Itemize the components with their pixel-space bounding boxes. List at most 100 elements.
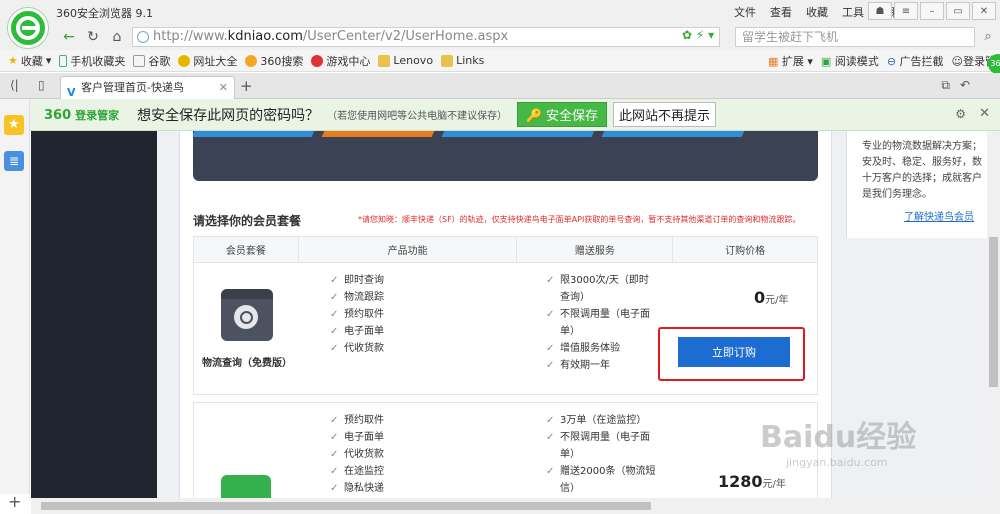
close-icon[interactable]: ✕: [979, 106, 990, 121]
bookmark-hao[interactable]: 网址大全: [178, 53, 237, 69]
secure-save-label: 安全保存: [545, 108, 598, 123]
learn-member-link[interactable]: 了解快递鸟会员: [904, 208, 974, 223]
menu-file[interactable]: 文件: [734, 4, 756, 20]
watermark-text: Baidu经验: [760, 420, 917, 455]
reader-icon: ▣: [820, 55, 832, 68]
game-icon: [311, 54, 324, 67]
back-icon[interactable]: ←: [58, 27, 80, 47]
url-prefix: http://www.: [153, 29, 228, 44]
col-price: 订购价格: [672, 236, 818, 263]
tab-title: 客户管理首页-快递鸟: [81, 81, 184, 94]
home-icon[interactable]: ⌂: [106, 27, 128, 47]
bookmark-label: Links: [456, 54, 485, 67]
adblock-button[interactable]: ⊖ 广告拦截: [887, 53, 944, 69]
tab-bar: ⟨| ▯ V 客户管理首页-快递鸟 ✕ + ⧉ ↶: [0, 73, 1000, 99]
globe-icon: [137, 31, 149, 43]
key-icon: 🔑: [526, 108, 543, 123]
price: 1280元/年: [718, 472, 786, 491]
brand-sub: 登录管家: [75, 108, 120, 122]
bookmark-favorites[interactable]: ★ 收藏 ▾: [8, 53, 51, 69]
close-tab-icon[interactable]: ✕: [219, 77, 228, 99]
reading-list-icon[interactable]: ≣: [4, 151, 24, 171]
bookmark-label: 游戏中心: [326, 54, 371, 68]
gear-icon[interactable]: ⚙: [955, 107, 966, 121]
member-info-panel: 专业的物流数据解决方案；安及时、稳定、服务好，数十万客户的选择；成就客户是我们务…: [846, 131, 987, 238]
url-path: /UserCenter/v2/UserHome.aspx: [302, 29, 509, 44]
list-item: 不限调用量（电子面单）: [546, 429, 656, 463]
vertical-scrollbar[interactable]: [987, 131, 1000, 498]
reader-label: 阅读模式: [834, 55, 879, 68]
list-item: 即时查询: [330, 272, 490, 289]
search360-icon: [245, 54, 258, 67]
price-value: 0: [754, 288, 766, 307]
refresh-icon[interactable]: ↻: [82, 27, 104, 47]
list-item: 预约取件: [330, 306, 490, 323]
settings-menu-icon[interactable]: ≡: [894, 2, 918, 20]
search-box-icon: [221, 289, 273, 341]
table-row: 物流查询（免费版） 即时查询 物流跟踪 预约取件 电子面单 代收货款 限3000…: [193, 262, 818, 395]
bookmark-label: 谷歌: [148, 54, 171, 68]
search-icon[interactable]: ⌕: [978, 27, 998, 47]
window-controls: ☗ ≡ – ▭ ✕: [868, 2, 996, 20]
phone-icon: [59, 54, 68, 67]
list-item: 3万单（在途监控）: [546, 412, 656, 429]
adblock-icon: ⊖: [886, 55, 897, 68]
restore-tabs-icon[interactable]: ⧉: [941, 78, 950, 93]
horizontal-scrollbar[interactable]: [31, 498, 1000, 514]
list-item: 代收货款: [330, 340, 490, 357]
bookmark-google[interactable]: 谷歌: [133, 53, 170, 69]
menu-favorites[interactable]: 收藏: [806, 4, 828, 20]
section-note: *请您知晓：顺丰快递（SF）的轨迹，仅支持快递鸟电子面单API获取的单号查询，暂…: [358, 215, 801, 224]
member-info-text: 专业的物流数据解决方案；安及时、稳定、服务好，数十万客户的选择；成就客户是我们务…: [862, 141, 982, 200]
favorites-star-icon[interactable]: ★: [4, 115, 24, 135]
secure-save-button[interactable]: 🔑 安全保存: [517, 102, 607, 127]
maximize-icon[interactable]: ▭: [946, 2, 970, 20]
list-item: 增值服务体验: [546, 340, 656, 357]
watermark-sub: jingyan.baidu.com: [786, 456, 888, 469]
save-password-question: 想安全保存此网页的密码吗？: [137, 107, 320, 124]
bookmark-360search[interactable]: 360搜索: [245, 53, 303, 69]
site-left-nav: [31, 131, 157, 498]
feature-list: 即时查询 物流跟踪 预约取件 电子面单 代收货款: [330, 272, 490, 357]
reader-mode-button[interactable]: ▣ 阅读模式: [821, 53, 879, 69]
bookmark-label: 网址大全: [193, 54, 238, 68]
extensions-button[interactable]: ▦ 扩展 ▾: [768, 53, 813, 69]
section-title: 请选择你的会员套餐: [193, 214, 302, 228]
url-domain: kdniao.com: [227, 29, 303, 44]
scrollbar-thumb[interactable]: [41, 502, 651, 510]
adblock-label: 广告拦截: [899, 55, 944, 68]
list-item: 在途监控: [330, 463, 490, 480]
security-icons[interactable]: ✿ ⚡ ▾: [682, 28, 714, 42]
tab-active[interactable]: V 客户管理首页-快递鸟 ✕: [60, 76, 235, 99]
list-item: 预约取件: [330, 412, 490, 429]
sidebar-toggle-icon[interactable]: ⟨|: [10, 78, 19, 92]
price-unit: 元/年: [765, 295, 789, 306]
list-item: 不限调用量（电子面单）: [546, 306, 656, 340]
browser-logo-icon[interactable]: [8, 8, 48, 48]
list-item: 赠送2000条（物流短信）: [546, 463, 656, 497]
minimize-icon[interactable]: –: [920, 2, 944, 20]
undo-close-icon[interactable]: ↶: [960, 78, 970, 93]
login-manager-brand: 360 登录管家: [44, 107, 119, 123]
menu-tools[interactable]: 工具: [842, 4, 864, 20]
price: 0元/年: [754, 288, 789, 307]
tab-list-icon[interactable]: ▯: [38, 78, 45, 92]
url-input[interactable]: http://www.kdniao.com/UserCenter/v2/User…: [132, 27, 720, 47]
bookmark-mobile[interactable]: 手机收藏夹: [59, 53, 125, 69]
close-window-icon[interactable]: ✕: [972, 2, 996, 20]
add-sidebar-icon[interactable]: +: [8, 492, 21, 511]
menu-view[interactable]: 查看: [770, 4, 792, 20]
bookmark-games[interactable]: 游戏中心: [311, 53, 370, 69]
bookmark-lenovo[interactable]: Lenovo: [378, 54, 433, 67]
page-icon: [133, 54, 146, 67]
folder-icon: [441, 54, 454, 67]
baidu-watermark: Baidu经验 jingyan.baidu.com: [760, 412, 916, 469]
bookmarks-right-tools: ▦ 扩展 ▾ ▣ 阅读模式 ⊖ 广告拦截 ☺登录管: [768, 50, 1000, 72]
chevron-down-icon: ▾: [45, 54, 52, 67]
never-remind-button[interactable]: 此网站不再提示: [612, 102, 716, 127]
skin-icon[interactable]: ☗: [868, 2, 892, 20]
new-tab-icon[interactable]: +: [240, 77, 253, 95]
bookmark-links[interactable]: Links: [441, 54, 484, 67]
search-input[interactable]: 留学生被赶下飞机: [735, 27, 975, 47]
scrollbar-thumb[interactable]: [989, 237, 998, 387]
